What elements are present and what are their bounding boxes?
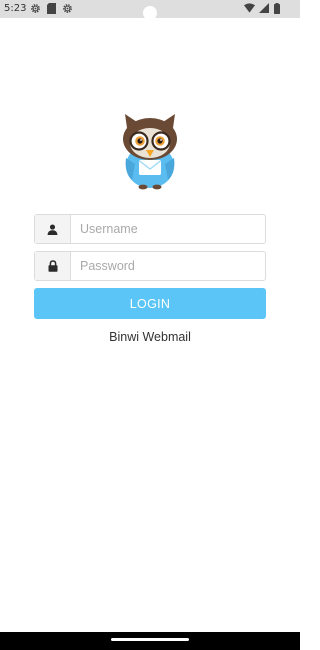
app-logo [115,112,185,192]
owl-mail-mascot-icon [123,114,177,190]
sim-card-icon [47,3,56,14]
settings-gear-icon [31,4,40,13]
camera-cutout [143,6,157,20]
status-bar: 5:23 [0,0,300,20]
home-indicator[interactable] [111,638,189,641]
login-button[interactable]: LOGIN [34,288,266,319]
password-addon [35,252,71,280]
app-name-label: Binwi Webmail [109,330,191,344]
status-icons-right [244,3,284,15]
password-input[interactable] [71,252,265,280]
password-input-group [34,251,266,281]
lock-icon [48,260,57,272]
username-input-group [34,214,266,244]
cellular-signal-icon [259,3,269,13]
user-icon [47,223,58,235]
settings-gear-icon [63,4,72,13]
status-time: 5:23 [4,3,27,14]
username-addon [35,215,71,243]
navigation-bar [0,632,300,650]
battery-icon [274,3,280,14]
username-input[interactable] [71,215,265,243]
wifi-icon [244,3,255,13]
